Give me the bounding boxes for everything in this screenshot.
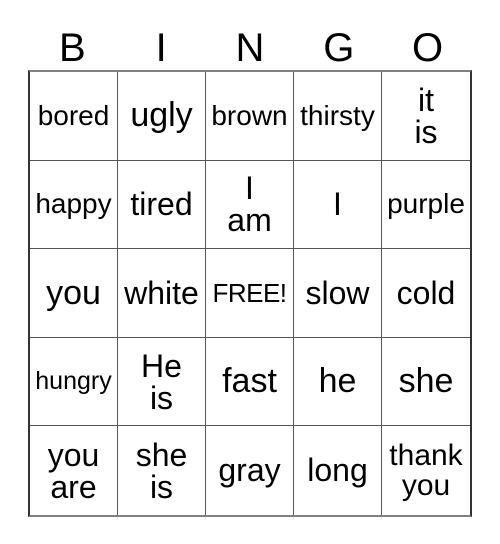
bingo-cell-n5[interactable]: gray (206, 426, 294, 515)
bingo-cell-label: gray (218, 452, 281, 489)
header-letter-o: O (412, 26, 444, 70)
bingo-cell-o2[interactable]: purple (382, 160, 470, 250)
bingo-cell-o1[interactable]: it is (382, 72, 470, 161)
bingo-cell-label: long (307, 452, 368, 489)
bingo-cell-i1[interactable]: ugly (118, 72, 206, 161)
header-letter-i: I (155, 26, 167, 70)
bingo-cell-label: you (46, 273, 101, 312)
header-letter-g: G (323, 26, 355, 70)
bingo-cell-label: bored (37, 99, 110, 131)
bingo-cell-b3[interactable]: you (30, 249, 118, 338)
bingo-cell-g2[interactable]: I (294, 160, 382, 250)
bingo-cell-label: she is (135, 436, 188, 505)
bingo-cell-i3[interactable]: white (118, 249, 206, 338)
bingo-cell-i2[interactable]: tired (118, 160, 206, 250)
bingo-cell-label: you are (47, 436, 100, 505)
bingo-cell-free-space[interactable]: FREE! (206, 249, 294, 338)
bingo-cell-g3[interactable]: slow (294, 249, 382, 338)
bingo-cell-g1[interactable]: thirsty (294, 72, 382, 161)
bingo-cell-o3[interactable]: cold (382, 249, 470, 338)
header-letter-n: N (235, 26, 265, 70)
bingo-cell-label: thank you (389, 438, 463, 502)
bingo-cell-b4[interactable]: hungry (30, 337, 118, 427)
bingo-cell-label: thirsty (300, 99, 375, 131)
bingo-cell-label: ugly (130, 96, 193, 135)
bingo-cell-label: purple (387, 188, 465, 220)
bingo-cell-label: hungry (35, 366, 112, 395)
bingo-cell-b5[interactable]: you are (30, 426, 118, 515)
bingo-cell-g4[interactable]: he (294, 337, 382, 427)
bingo-cell-label: tired (130, 186, 193, 223)
bingo-grid: bored ugly brown thirsty it is happy tir… (28, 70, 472, 517)
bingo-cell-label: He is (141, 347, 182, 416)
bingo-cell-g5[interactable]: long (294, 426, 382, 515)
bingo-cell-label: slow (305, 274, 370, 311)
bingo-cell-o5[interactable]: thank you (382, 426, 470, 515)
bingo-cell-i4[interactable]: He is (118, 337, 206, 427)
bingo-cell-n1[interactable]: brown (206, 72, 294, 161)
bingo-cell-label: I am (227, 170, 272, 239)
bingo-cell-n4[interactable]: fast (206, 337, 294, 427)
bingo-cell-label: cold (396, 274, 456, 311)
bingo-header-row: B I N G O (28, 18, 472, 70)
bingo-cell-label: I (333, 186, 342, 223)
bingo-cell-label: brown (211, 99, 288, 131)
bingo-cell-label: happy (35, 188, 112, 220)
bingo-cell-n2[interactable]: I am (206, 160, 294, 250)
bingo-cell-label: fast (222, 362, 277, 401)
bingo-card: B I N G O bored ugly brown thirsty it is… (0, 0, 500, 544)
bingo-cell-b1[interactable]: bored (30, 72, 118, 161)
bingo-cell-label: it is (414, 81, 438, 150)
bingo-cell-o4[interactable]: she (382, 337, 470, 427)
bingo-cell-label: he (318, 362, 357, 401)
free-space-label: FREE! (212, 277, 287, 308)
bingo-cell-label: white (124, 274, 199, 311)
bingo-cell-b2[interactable]: happy (30, 160, 118, 250)
bingo-cell-i5[interactable]: she is (118, 426, 206, 515)
bingo-cell-label: she (398, 362, 454, 401)
header-letter-b: B (59, 26, 86, 70)
